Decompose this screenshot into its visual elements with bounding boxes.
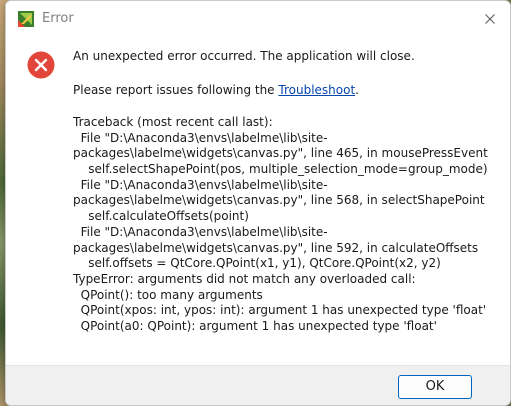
close-icon	[485, 14, 495, 24]
error-message: An unexpected error occurred. The applic…	[73, 49, 415, 63]
traceback-line: Traceback (most recent call last):	[73, 115, 273, 129]
dialog-footer: OK	[6, 365, 510, 405]
ok-button[interactable]: OK	[398, 375, 472, 399]
traceback-line: self.offsets = QtCore.QPoint(x1, y1), Qt…	[73, 256, 441, 271]
traceback-line: QPoint(): too many arguments	[73, 287, 263, 302]
traceback-line: QPoint(xpos: int, ypos: int): argument 1…	[73, 303, 487, 318]
error-dialog: Error An unexpected error occurred. The …	[5, 0, 511, 406]
troubleshoot-link[interactable]: Troubleshoot	[278, 83, 355, 97]
traceback-line: File "D:\Anaconda3\envs\labelme\lib\site…	[73, 130, 328, 145]
error-icon	[27, 51, 55, 79]
title-bar: Error	[6, 1, 510, 37]
traceback-line: packages\labelme\widgets\canvas.py", lin…	[73, 146, 488, 161]
dialog-content: An unexpected error occurred. The applic…	[6, 37, 510, 365]
traceback-line: self.calculateOffsets(point)	[73, 209, 249, 224]
labelme-icon	[18, 11, 34, 27]
window-title: Error	[42, 11, 74, 26]
report-suffix: .	[355, 83, 359, 97]
traceback-line: packages\labelme\widgets\canvas.py", lin…	[73, 240, 479, 255]
traceback-line: self.selectShapePoint(pos, multiple_sele…	[73, 162, 488, 177]
traceback-line: File "D:\Anaconda3\envs\labelme\lib\site…	[73, 177, 328, 192]
traceback-line: QPoint(a0: QPoint): argument 1 has unexp…	[73, 318, 437, 333]
report-message: Please report issues following the Troub…	[73, 82, 359, 98]
report-prefix: Please report issues following the	[73, 83, 279, 97]
traceback-text: Traceback (most recent call last): File …	[73, 115, 505, 335]
traceback-line: File "D:\Anaconda3\envs\labelme\lib\site…	[73, 224, 328, 239]
close-button[interactable]	[476, 5, 504, 33]
traceback-line: packages\labelme\widgets\canvas.py", lin…	[73, 193, 485, 208]
traceback-line: TypeError: arguments did not match any o…	[73, 271, 416, 286]
